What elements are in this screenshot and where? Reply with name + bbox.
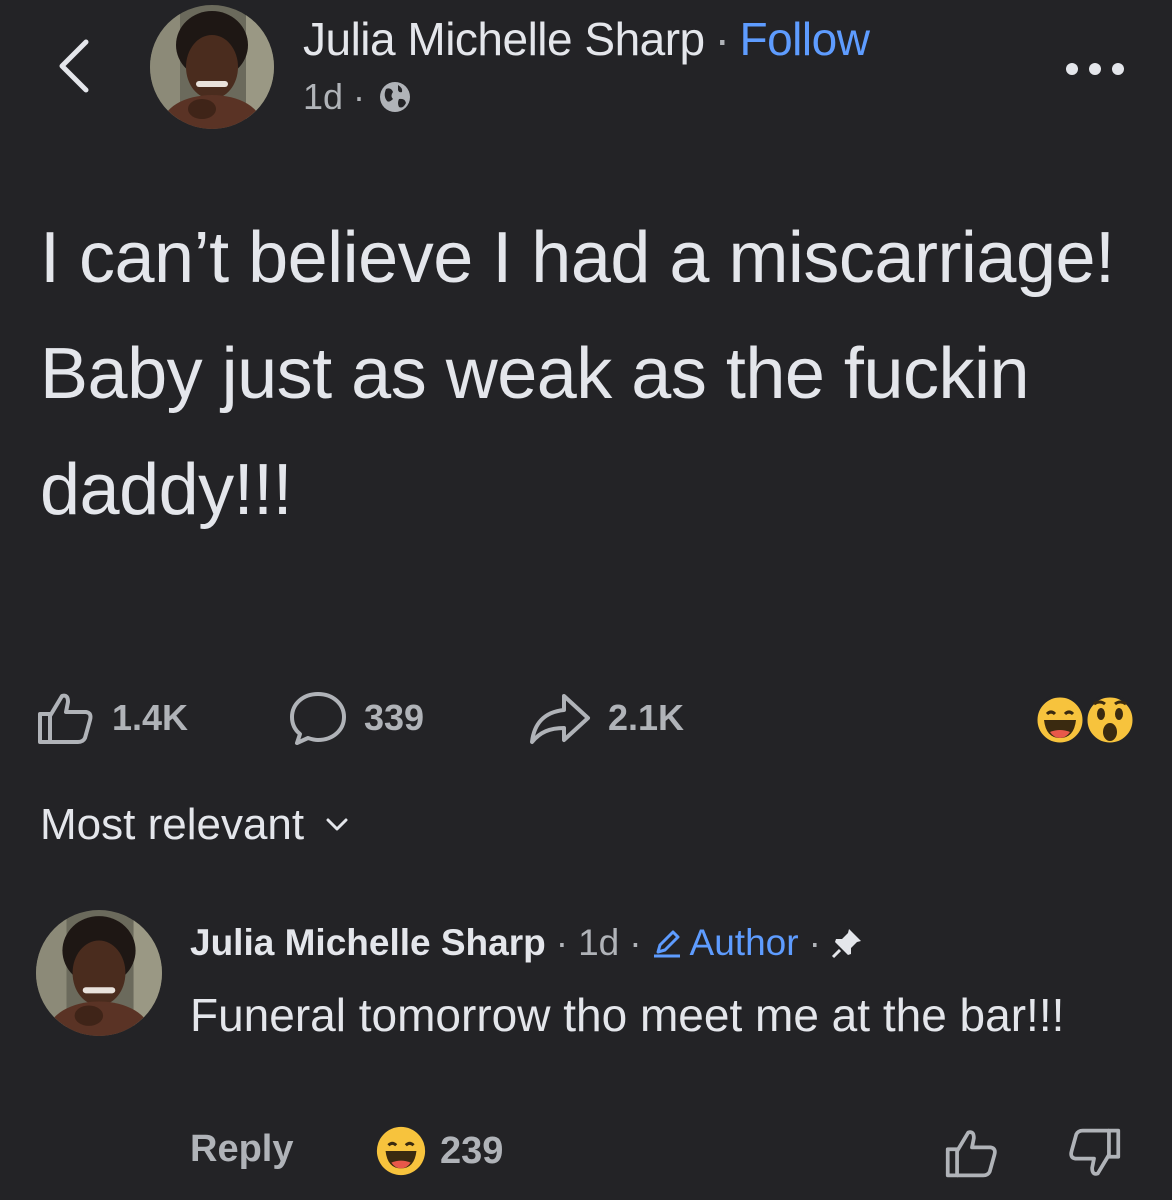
author-name-row: Julia Michelle Sharp · Follow [303, 12, 870, 66]
comment-separator: · [555, 922, 569, 963]
post-meta: 1d · [303, 76, 413, 118]
chevron-down-icon [326, 818, 348, 831]
thumbs-up-icon [38, 693, 93, 744]
sort-label: Most relevant [40, 800, 305, 849]
share-arrow-icon [530, 694, 590, 744]
author-badge: Author [652, 922, 799, 964]
chevron-left-icon [59, 39, 89, 93]
thumbs-up-icon [945, 1130, 997, 1178]
comment-dislike-button[interactable] [1066, 1126, 1122, 1180]
comment-header: Julia Michelle Sharp · 1d · Author · [190, 922, 863, 964]
more-dots-icon [1066, 63, 1124, 75]
comment-separator: · [629, 922, 642, 963]
share-button[interactable]: 2.1K [528, 690, 684, 746]
comment-count: 339 [364, 697, 425, 738]
more-options-button[interactable] [1062, 54, 1132, 84]
comment-button[interactable]: 339 [288, 690, 424, 746]
globe-icon [380, 82, 411, 112]
pin-icon [831, 929, 861, 959]
comment-sort-dropdown[interactable]: Most relevant [40, 800, 348, 850]
comment-time[interactable]: 1d [578, 922, 619, 964]
author-avatar[interactable] [150, 5, 274, 129]
follow-button[interactable]: Follow [739, 13, 869, 65]
commenter-name[interactable]: Julia Michelle Sharp [190, 922, 546, 964]
comment-bubble-icon [290, 692, 346, 745]
pencil-icon [653, 930, 680, 958]
haha-reaction-icon [1034, 694, 1086, 746]
thumbs-down-icon [1069, 1128, 1121, 1176]
like-button[interactable]: 1.4K [36, 690, 188, 746]
commenter-avatar[interactable] [36, 910, 162, 1036]
author-name[interactable]: Julia Michelle Sharp [303, 13, 705, 65]
reaction-summary[interactable] [1030, 692, 1140, 748]
header-separator: · [714, 13, 730, 65]
comment-reaction-count: 239 [440, 1129, 504, 1172]
post-time[interactable]: 1d [303, 76, 343, 118]
back-button[interactable] [46, 34, 106, 98]
meta-separator: · [353, 76, 366, 117]
like-count: 1.4K [112, 697, 189, 738]
reply-button[interactable]: Reply [190, 1128, 293, 1171]
comment-like-button[interactable] [944, 1126, 1000, 1180]
share-count: 2.1K [608, 697, 685, 738]
wow-reaction-icon [1084, 694, 1136, 746]
post-body: I can’t believe I had a miscarriage! Bab… [40, 218, 1115, 530]
haha-reaction-icon [376, 1126, 426, 1176]
comment-body: Funeral tomorrow tho meet me at the bar!… [190, 989, 1065, 1041]
comment-reactions[interactable]: 239 [374, 1124, 503, 1178]
author-badge-label: Author [689, 922, 799, 963]
comment-separator: · [808, 922, 821, 963]
